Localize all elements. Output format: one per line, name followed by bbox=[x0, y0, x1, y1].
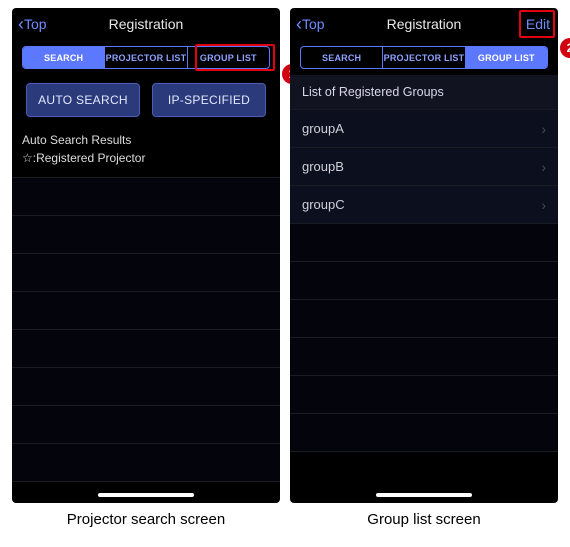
segmented-control: SEARCH PROJECTOR LIST GROUP LIST bbox=[300, 46, 548, 69]
table-row bbox=[290, 224, 558, 262]
tab-projector-list[interactable]: PROJECTOR LIST bbox=[105, 47, 187, 68]
table-row bbox=[290, 376, 558, 414]
group-list-screen: ‹ Top Registration Edit SEARCH PROJECTOR… bbox=[290, 8, 558, 503]
group-name: groupA bbox=[302, 121, 344, 136]
chevron-right-icon: › bbox=[541, 121, 546, 137]
table-row bbox=[290, 300, 558, 338]
section-header: List of Registered Groups bbox=[290, 75, 558, 109]
back-button[interactable]: ‹ Top bbox=[296, 15, 325, 33]
page-title: Registration bbox=[387, 16, 462, 32]
chevron-right-icon: › bbox=[541, 159, 546, 175]
screen-caption: Projector search screen bbox=[12, 511, 280, 528]
list-item[interactable]: groupC › bbox=[290, 186, 558, 224]
projector-search-screen: ‹ Top Registration SEARCH PROJECTOR LIST… bbox=[12, 8, 280, 503]
chevron-right-icon: › bbox=[541, 197, 546, 213]
group-name: groupC bbox=[302, 197, 345, 212]
results-header: Auto Search Results ☆:Registered Project… bbox=[12, 127, 280, 177]
table-row bbox=[290, 262, 558, 300]
annotation-badge-2: 2 bbox=[560, 38, 570, 58]
home-indicator-icon bbox=[98, 493, 194, 497]
back-label: Top bbox=[302, 16, 325, 32]
back-label: Top bbox=[24, 16, 47, 32]
tab-search[interactable]: SEARCH bbox=[23, 47, 105, 68]
nav-bar: ‹ Top Registration bbox=[12, 8, 280, 40]
list-item[interactable]: groupB › bbox=[290, 148, 558, 186]
table-row bbox=[12, 216, 280, 254]
edit-button[interactable]: Edit bbox=[526, 16, 550, 32]
group-name: groupB bbox=[302, 159, 344, 174]
segmented-control: SEARCH PROJECTOR LIST GROUP LIST bbox=[22, 46, 270, 69]
home-indicator-icon bbox=[376, 493, 472, 497]
table-row bbox=[12, 330, 280, 368]
results-table bbox=[12, 177, 280, 482]
table-row bbox=[12, 254, 280, 292]
table-row bbox=[290, 414, 558, 452]
button-row: AUTO SEARCH IP-SPECIFIED bbox=[12, 75, 280, 127]
auto-search-button[interactable]: AUTO SEARCH bbox=[26, 83, 140, 117]
table-row bbox=[12, 406, 280, 444]
screen-caption: Group list screen bbox=[290, 511, 558, 528]
tab-group-list[interactable]: GROUP LIST bbox=[188, 47, 269, 68]
results-line2: ☆:Registered Projector bbox=[22, 149, 270, 167]
tab-group-list[interactable]: GROUP LIST bbox=[466, 47, 547, 68]
group-table: groupA › groupB › groupC › bbox=[290, 109, 558, 452]
results-line1: Auto Search Results bbox=[22, 131, 270, 149]
back-button[interactable]: ‹ Top bbox=[18, 15, 47, 33]
page-title: Registration bbox=[109, 16, 184, 32]
table-row bbox=[290, 338, 558, 376]
tab-search[interactable]: SEARCH bbox=[301, 47, 383, 68]
nav-bar: ‹ Top Registration Edit bbox=[290, 8, 558, 40]
table-row bbox=[12, 368, 280, 406]
table-row bbox=[12, 292, 280, 330]
list-item[interactable]: groupA › bbox=[290, 110, 558, 148]
ip-specified-button[interactable]: IP-SPECIFIED bbox=[152, 83, 266, 117]
table-row bbox=[12, 444, 280, 482]
table-row bbox=[12, 178, 280, 216]
tab-projector-list[interactable]: PROJECTOR LIST bbox=[383, 47, 465, 68]
